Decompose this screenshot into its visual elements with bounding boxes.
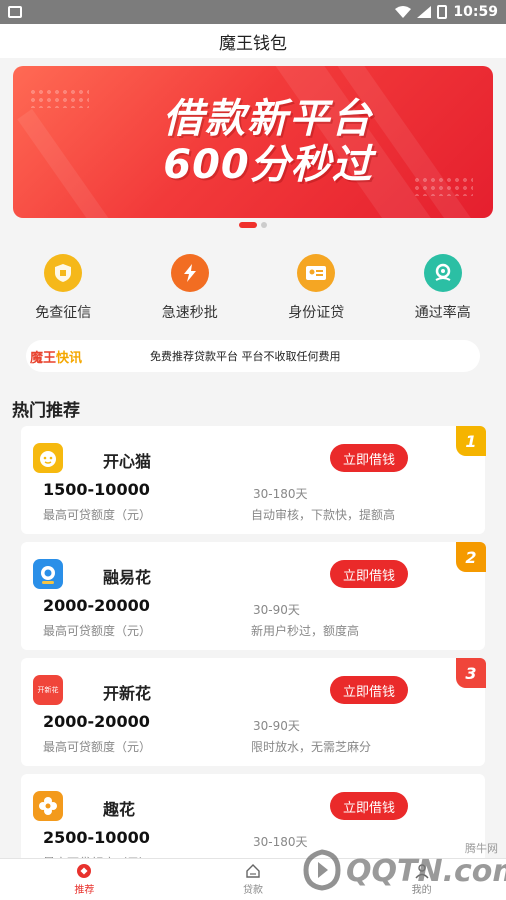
borrow-now-button[interactable]: 立即借钱	[330, 792, 408, 820]
status-time: 10:59	[453, 4, 498, 20]
nav-item-recommend[interactable]: 推荐	[0, 859, 169, 900]
lightning-icon	[170, 254, 209, 292]
watermark-text: QQTN.com	[346, 854, 506, 889]
product-name: 趣花	[103, 800, 136, 819]
feature-row: 免查征信 急速秒批 身份证贷 通过率高	[0, 254, 506, 322]
rank-badge: 3	[456, 658, 486, 688]
banner-line-1: 借款新平台	[163, 96, 373, 142]
feature-item-no-credit-check[interactable]: 免查征信	[0, 254, 127, 322]
feature-item-fast-approval[interactable]: 急速秒批	[127, 254, 254, 322]
loan-amount: 2000-20000	[43, 712, 150, 731]
news-tag-part2: 快讯	[56, 350, 83, 366]
borrow-now-button[interactable]: 立即借钱	[330, 676, 408, 704]
product-description: 自动审核，下款快，提额高	[251, 508, 396, 522]
watermark-logo-icon	[303, 849, 341, 891]
flower-logo-icon	[33, 791, 63, 821]
feature-label: 通过率高	[414, 305, 471, 321]
rank-badge: 2	[456, 542, 486, 572]
feature-label: 急速秒批	[161, 305, 218, 321]
id-card-icon	[297, 254, 336, 292]
pagination-dot[interactable]	[261, 222, 267, 228]
pagination-dot-active[interactable]	[239, 222, 257, 228]
product-description: 新用户秒过，额度高	[251, 624, 360, 638]
borrow-now-button[interactable]: 立即借钱	[330, 560, 408, 588]
status-bar: 10:59	[0, 0, 506, 24]
site-watermark: 腾牛网 QQTN.com	[300, 840, 506, 900]
wifi-icon	[395, 6, 412, 18]
notification-icon	[8, 6, 22, 18]
location-check-icon	[423, 254, 462, 292]
rank-badge: 1	[456, 426, 486, 456]
loan-amount-label: 最高可贷额度（元）	[43, 740, 152, 754]
product-description: 限时放水，无需芝麻分	[251, 740, 372, 754]
app-logo-icon: 开新花	[33, 675, 63, 705]
news-ticker[interactable]: 魔王快讯 免费推荐贷款平台 平台不收取任何费用	[26, 340, 480, 372]
product-name: 开新花	[103, 684, 152, 703]
promo-banner[interactable]: 借款新平台 600分秒过	[13, 66, 493, 218]
news-tag-part1: 魔王	[30, 350, 57, 366]
borrow-now-button[interactable]: 立即借钱	[330, 444, 408, 472]
product-card[interactable]: 融易花 立即借钱 2000-20000 最高可贷额度（元） 30-90天 新用户…	[21, 542, 486, 650]
nav-label: 推荐	[74, 885, 95, 896]
loan-amount: 1500-10000	[43, 480, 150, 499]
feature-item-high-pass-rate[interactable]: 通过率高	[380, 254, 506, 322]
home-icon	[246, 864, 260, 878]
news-text: 免费推荐贷款平台 平台不收取任何费用	[150, 350, 341, 363]
diamond-icon	[77, 864, 92, 878]
banner-headline: 借款新平台 600分秒过	[108, 96, 428, 188]
page-title: 魔王钱包	[219, 33, 287, 54]
loan-amount-label: 最高可贷额度（元）	[43, 508, 152, 522]
feature-label: 免查征信	[35, 305, 92, 321]
section-title: 热门推荐	[12, 401, 80, 421]
banner-line-2: 600分秒过	[163, 142, 373, 188]
logo-text: 开新花	[37, 686, 59, 694]
product-name: 融易花	[103, 568, 152, 587]
loan-amount: 2500-10000	[43, 828, 150, 847]
shield-icon	[44, 254, 83, 292]
nav-label: 贷款	[243, 885, 263, 896]
feature-label: 身份证贷	[288, 305, 345, 321]
product-card[interactable]: 开新花 开新花 立即借钱 2000-20000 最高可贷额度（元） 30-90天…	[21, 658, 486, 766]
loan-term: 30-90天	[253, 719, 300, 733]
battery-icon	[437, 5, 448, 19]
cat-logo-icon	[33, 443, 63, 473]
banner-pagination	[0, 222, 506, 228]
loan-term: 30-180天	[253, 487, 308, 501]
loan-amount: 2000-20000	[43, 596, 150, 615]
app-logo-icon	[33, 559, 63, 589]
loan-term: 30-90天	[253, 603, 300, 617]
product-card[interactable]: 开心猫 立即借钱 1500-10000 最高可贷额度（元） 30-180天 自动…	[21, 426, 486, 534]
product-name: 开心猫	[103, 452, 152, 471]
feature-item-id-loan[interactable]: 身份证贷	[253, 254, 380, 322]
page-header: 魔王钱包	[0, 24, 506, 58]
loan-amount-label: 最高可贷额度（元）	[43, 624, 152, 638]
news-tag: 魔王快讯	[30, 347, 90, 366]
signal-icon	[417, 6, 432, 18]
